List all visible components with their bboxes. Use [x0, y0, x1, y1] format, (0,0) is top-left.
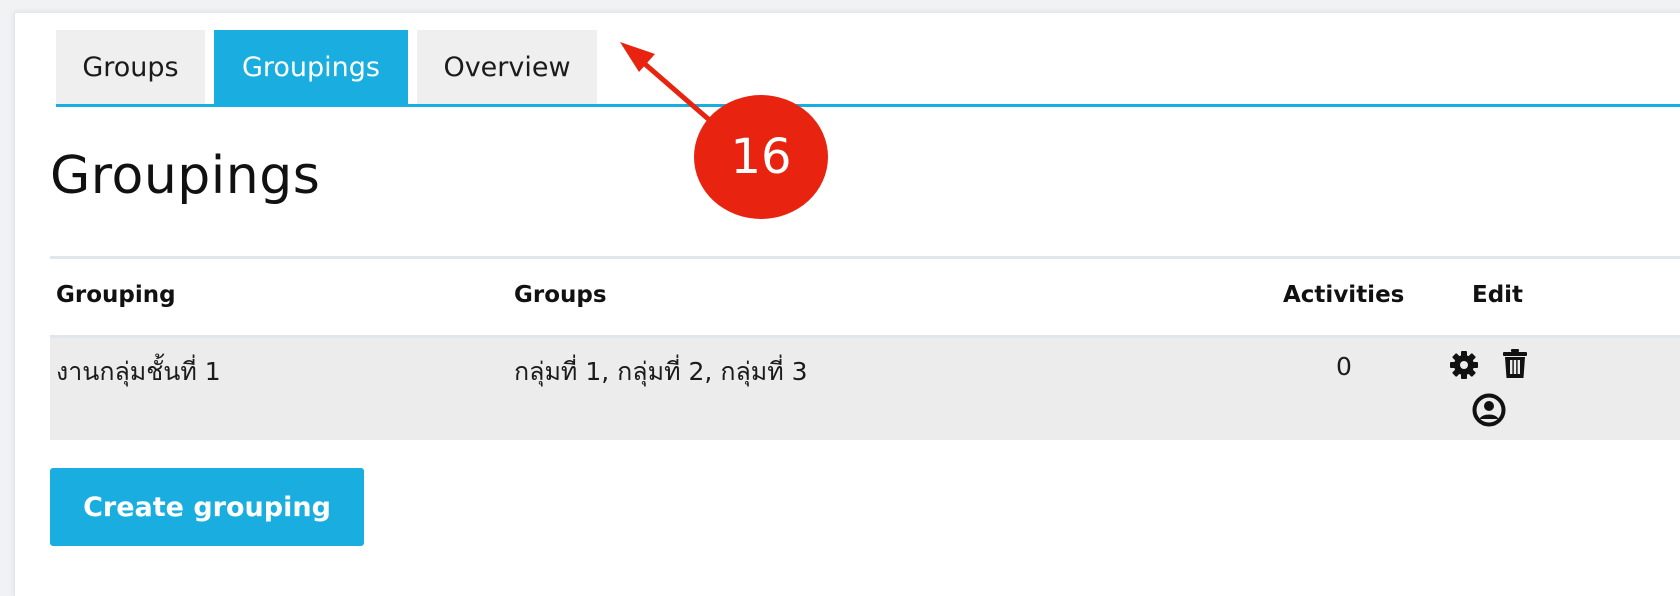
page-title: Groupings — [50, 146, 321, 206]
trash-icon[interactable] — [1502, 349, 1528, 379]
table-row — [50, 338, 1680, 440]
grouping-name-cell: งานกลุ่มชั้นที่ 1 — [56, 357, 221, 386]
groups-cell: กลุ่มที่ 1, กลุ่มที่ 2, กลุ่มที่ 3 — [514, 357, 808, 386]
tab-groupings[interactable]: Groupings — [214, 30, 408, 104]
user-circle-icon[interactable] — [1472, 393, 1506, 427]
annotation-badge: 16 — [694, 95, 828, 219]
column-header-edit: Edit — [1472, 282, 1524, 308]
tab-groups[interactable]: Groups — [56, 30, 205, 104]
gear-icon[interactable] — [1449, 350, 1479, 380]
tab-overview[interactable]: Overview — [417, 30, 597, 104]
activities-cell: 0 — [1336, 352, 1352, 381]
column-header-grouping: Grouping — [56, 282, 176, 308]
column-header-groups: Groups — [514, 282, 607, 308]
create-grouping-button[interactable]: Create grouping — [50, 468, 364, 546]
tab-bar: Groups Groupings Overview — [56, 30, 1680, 107]
column-header-activities: Activities — [1283, 282, 1405, 308]
table-top-divider — [50, 256, 1680, 259]
